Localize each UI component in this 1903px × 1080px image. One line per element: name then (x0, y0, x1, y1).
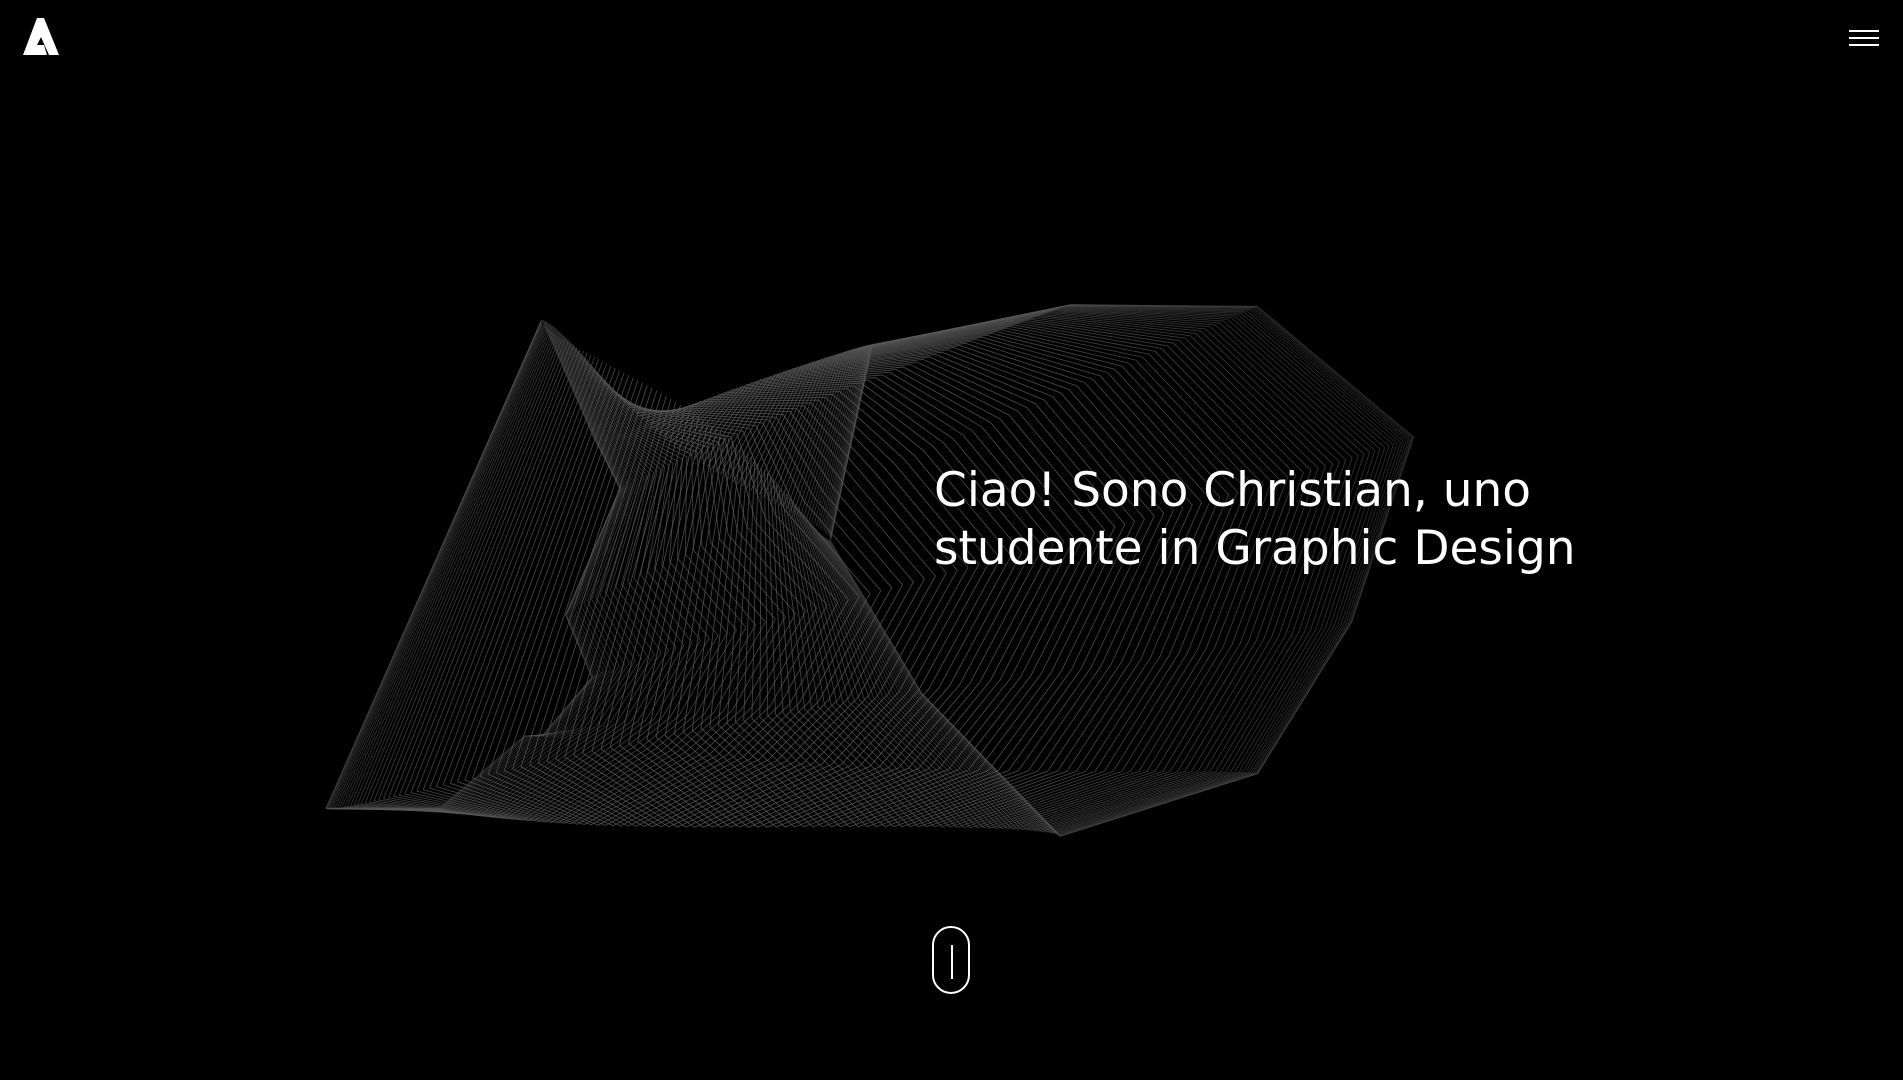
wireframe-line (336, 325, 627, 813)
headline-line-2: studente in Graphic Design (934, 520, 1576, 578)
wireframe-line (767, 331, 1247, 828)
wireframe-line (393, 345, 710, 821)
wireframe-line (564, 398, 947, 828)
wireframe-line (664, 374, 1065, 828)
wireframe-line (503, 380, 871, 827)
wireframe-line (529, 387, 904, 828)
wireframe-line (360, 334, 655, 817)
wireframe-line (555, 395, 936, 828)
wireframe-line (754, 336, 1221, 828)
wireframe-line (398, 347, 719, 821)
wireframe-line (618, 388, 1012, 828)
wireframe-line (326, 320, 621, 810)
highlight-text: Graphic Design (1215, 521, 1576, 576)
wireframe-line (442, 361, 786, 824)
wireframe-line (746, 340, 1203, 828)
wireframe-line (404, 349, 728, 822)
wireframe-line (637, 382, 1033, 828)
wireframe-line (737, 345, 1184, 828)
menu-line (1849, 37, 1879, 39)
wireframe-line (719, 354, 1146, 828)
wireframe-line (582, 399, 969, 828)
wireframe-line (364, 335, 662, 817)
wireframe-line (700, 363, 1106, 828)
wireframe-line (456, 365, 807, 825)
wireframe-line (382, 342, 693, 820)
wireframe-line (591, 396, 980, 828)
wireframe-line (646, 379, 1044, 828)
headline-line-1: Ciao! Sono Christian, uno (934, 463, 1532, 518)
wireframe-line (325, 319, 621, 809)
wireframe-line (763, 332, 1239, 828)
headline-line-2-prefix: studente in (934, 521, 1216, 576)
wireframe-line (673, 371, 1075, 828)
menu-line (1849, 44, 1879, 46)
wireframe-line (326, 320, 621, 810)
wireframe-line (471, 370, 828, 826)
hero-headline: Ciao! Sono Christian, uno studente in Gr… (934, 462, 1576, 578)
wireframe-line (520, 385, 893, 827)
mouse-scroll-icon[interactable] (932, 926, 970, 994)
wireframe-line (741, 342, 1193, 828)
letter-a-logo-icon[interactable] (22, 18, 60, 56)
wireframe-line (325, 319, 621, 809)
wireframe-line (325, 320, 621, 810)
wireframe-line (449, 363, 797, 825)
wireframe-line (464, 367, 818, 825)
wireframe-line (479, 372, 839, 826)
wireframe-line (373, 338, 677, 819)
wireframe-line (332, 323, 625, 812)
wireframe-line (724, 351, 1155, 828)
wireframe-line (341, 327, 631, 814)
wireframe-line (330, 322, 624, 811)
wireframe-line (711, 358, 1126, 828)
wireframe-line (334, 324, 626, 812)
wireframe-line (435, 359, 776, 824)
wireframe-line (346, 329, 635, 815)
wireframe-line (338, 326, 629, 813)
graphic-design-highlight: Graphic Design (1215, 520, 1576, 578)
wireframe-line (512, 382, 882, 827)
logo-mark (23, 18, 59, 55)
wireframe-line (771, 329, 1256, 828)
wireframe-line (356, 333, 649, 816)
wireframe-line (429, 356, 766, 824)
wireframe-line (387, 343, 702, 820)
wireframe-line (343, 328, 633, 814)
wireframe-line (537, 390, 915, 828)
wireframe-line (353, 331, 642, 816)
wireframe-line (600, 393, 991, 828)
wireframe-line (329, 322, 623, 811)
wireframe-line (546, 393, 926, 828)
wireframe-line (750, 338, 1212, 828)
wireframe-line (691, 366, 1096, 828)
wireframe-line (628, 385, 1023, 828)
wireframe-line (682, 369, 1085, 828)
wireframe-line (573, 401, 958, 828)
menu-line (1849, 30, 1879, 32)
home-page: Ciao! Sono Christian, uno studente in Gr… (0, 0, 1903, 1080)
wireframe-line (327, 321, 622, 810)
wireframe-line (349, 330, 637, 815)
wireframe-line (728, 349, 1165, 828)
wireframe-line (368, 337, 670, 818)
wireframe-line (495, 377, 860, 827)
wireframe-line (487, 375, 849, 826)
wireframe-line (715, 356, 1136, 828)
wireframe-line (410, 351, 737, 822)
scroll-wheel (951, 945, 953, 979)
wireframe-line (655, 377, 1054, 828)
wireframe-line (706, 361, 1116, 828)
wireframe-line (609, 391, 1001, 828)
wireframe-line (377, 340, 685, 819)
wireframe-line (416, 352, 747, 823)
hamburger-menu-icon[interactable] (1849, 28, 1879, 50)
wireframe-line (758, 334, 1230, 828)
wireframe-line (422, 354, 757, 823)
wireframe-line (733, 347, 1174, 828)
